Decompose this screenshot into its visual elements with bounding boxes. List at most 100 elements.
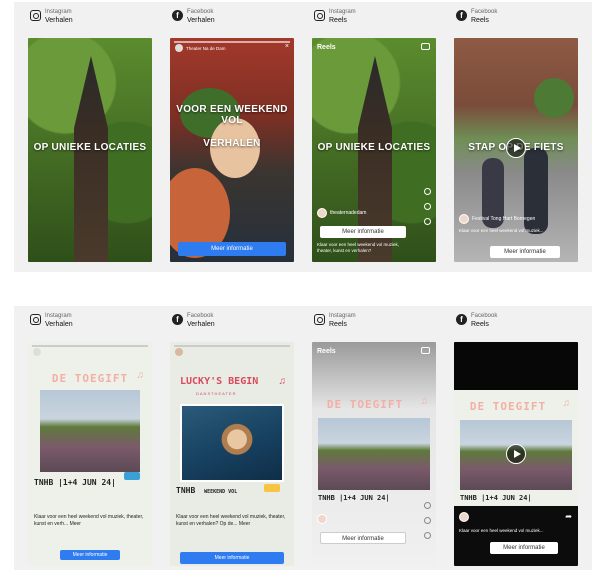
- platform-name: Instagram: [45, 9, 72, 15]
- close-icon[interactable]: ×: [285, 43, 289, 50]
- facebook-icon: f: [456, 10, 467, 21]
- story-caption: Klaar voor een heel weekend vol muziek, …: [34, 514, 144, 527]
- story-preview[interactable]: DE TOEGIFT ♫ TNHB |1+4 JUN 24| Klaar voo…: [28, 342, 152, 566]
- card-facebook-reels: f Facebook Reels DE TOEGIFT ♫ TNHB |1+4 …: [454, 312, 582, 566]
- facebook-icon: f: [456, 314, 467, 325]
- camera-icon[interactable]: [421, 347, 430, 354]
- camera-icon[interactable]: [421, 43, 430, 50]
- share-icon[interactable]: [424, 532, 431, 539]
- card-instagram-reels: Instagram Reels Reels DE TOEGIFT ♫ TNHB …: [312, 312, 440, 566]
- music-note-icon: ♫: [420, 396, 429, 407]
- music-note-icon: ♫: [136, 370, 145, 381]
- video-letterbox: [454, 342, 578, 390]
- placement-format: Verhalen: [187, 17, 215, 24]
- brand-logo-strip: TNHB |1+4 JUN 24|: [460, 494, 572, 502]
- reel-preview[interactable]: Reels OP UNIEKE LOCATIES theaternadedam …: [312, 38, 436, 262]
- bus-icon: [264, 484, 280, 492]
- platform-name: Facebook: [471, 9, 498, 15]
- reel-account: [459, 512, 469, 522]
- card-facebook-stories: f Facebook Verhalen LUCKY'S BEGIN DANSTH…: [170, 312, 298, 566]
- story-progress-bar: [32, 345, 148, 347]
- overlay-headline: OP UNIEKE LOCATIES: [33, 142, 147, 153]
- heath-landscape-image: [40, 390, 140, 472]
- share-icon[interactable]: ➦: [565, 512, 572, 521]
- poster-title: LUCKY'S BEGIN: [180, 376, 259, 387]
- account-name: theaternadedam: [330, 210, 367, 216]
- story-account: [175, 348, 183, 356]
- story-preview[interactable]: LUCKY'S BEGIN DANSTHEATER ♫ TNHB WEEKEND…: [170, 342, 294, 566]
- platform-name: Facebook: [471, 313, 498, 319]
- comment-icon[interactable]: [424, 517, 431, 524]
- share-icon[interactable]: [424, 218, 431, 225]
- brand-logo: TNHB: [460, 494, 477, 502]
- card-header: Instagram Reels: [312, 312, 440, 342]
- heart-icon[interactable]: [424, 188, 431, 195]
- placement-format: Reels: [471, 321, 489, 328]
- reel-preview[interactable]: STAP OP DE FIETS Festival Tong Hart Born…: [454, 38, 578, 262]
- more-info-button[interactable]: Meer informatie: [320, 226, 406, 238]
- reel-account: Festival Tong Hart Bornegen: [459, 214, 535, 224]
- reel-account: theaternadedam: [317, 208, 366, 218]
- instagram-icon: [30, 314, 41, 325]
- reel-preview[interactable]: Reels DE TOEGIFT ♫ TNHB |1+4 JUN 24| Mee…: [312, 342, 436, 566]
- avatar: [175, 348, 183, 356]
- platform-name: Facebook: [187, 9, 214, 15]
- performer-portrait-image: [180, 404, 284, 482]
- platform-name: Instagram: [329, 313, 356, 319]
- reel-action-icons: [424, 502, 431, 539]
- placement-format: Verhalen: [45, 321, 73, 328]
- placement-format: Reels: [329, 17, 347, 24]
- poster-title: DE TOEGIFT: [469, 400, 547, 413]
- heath-landscape-image: [318, 418, 430, 490]
- account-name: Theater Na de Dam: [186, 45, 226, 51]
- reel-preview[interactable]: DE TOEGIFT ♫ TNHB |1+4 JUN 24| Klaar voo…: [454, 342, 578, 566]
- account-name: Festival Tong Hart Bornegen: [472, 216, 536, 222]
- play-icon[interactable]: [506, 138, 526, 158]
- heart-icon[interactable]: [424, 502, 431, 509]
- tree-image: [534, 78, 574, 118]
- card-instagram-stories: Instagram Verhalen OP UNIEKE LOCATIES: [28, 8, 156, 262]
- comment-icon[interactable]: [424, 203, 431, 210]
- instagram-icon: [30, 10, 41, 21]
- card-header: f Facebook Reels: [454, 8, 582, 38]
- story-preview[interactable]: OP UNIEKE LOCATIES: [28, 38, 152, 262]
- avatar: [317, 208, 327, 218]
- overlay-headline-line-2: VERHALEN: [203, 138, 261, 149]
- card-facebook-reels: f Facebook Reels STAP OP DE FIETS Festiv…: [454, 8, 582, 262]
- more-info-button[interactable]: Meer informatie: [490, 246, 560, 258]
- platform-name: Facebook: [187, 313, 214, 319]
- event-dates: |1+4 JUN 24|: [339, 494, 390, 502]
- card-header: f Facebook Verhalen: [170, 8, 298, 38]
- church-tower-image: [74, 56, 108, 262]
- story-account: [33, 348, 41, 356]
- event-dates: |1+4 JUN 24|: [58, 478, 116, 487]
- card-header: f Facebook Verhalen: [170, 312, 298, 342]
- brand-logo: TNHB: [34, 478, 54, 487]
- more-info-button[interactable]: Meer informatie: [60, 550, 120, 560]
- card-header: Instagram Verhalen: [28, 312, 156, 342]
- poster-subtitle: DANSTHEATER: [196, 391, 237, 396]
- story-progress-bar: [174, 41, 290, 43]
- story-caption: Klaar voor een heel weekend vol muziek, …: [176, 514, 286, 527]
- facebook-icon: f: [172, 314, 183, 325]
- play-icon[interactable]: [506, 444, 526, 464]
- brand-logo: TNHB: [318, 494, 335, 502]
- event-tagline: WEEKEND VOL: [204, 489, 238, 495]
- brand-logo: TNHB: [176, 486, 196, 495]
- instagram-icon: [314, 10, 325, 21]
- platform-name: Instagram: [329, 9, 356, 15]
- story-preview[interactable]: Theater Na de Dam × VOOR EEN WEEKEND VOL…: [170, 38, 294, 262]
- music-note-icon: ♫: [562, 398, 571, 409]
- reel-footer: [454, 506, 578, 566]
- more-info-button[interactable]: Meer informatie: [320, 532, 406, 544]
- reels-label: Reels: [317, 348, 336, 355]
- avatar: [175, 44, 183, 52]
- more-info-button[interactable]: Meer informatie: [490, 542, 558, 554]
- platform-name: Instagram: [45, 313, 72, 319]
- more-info-button[interactable]: Meer informatie: [180, 552, 284, 564]
- card-header: Instagram Verhalen: [28, 8, 156, 38]
- story-account: Theater Na de Dam: [175, 44, 226, 52]
- bus-icon: [124, 472, 140, 480]
- brand-logo-strip: TNHB |1+4 JUN 24|: [318, 494, 430, 502]
- more-info-button[interactable]: Meer informatie: [178, 242, 286, 256]
